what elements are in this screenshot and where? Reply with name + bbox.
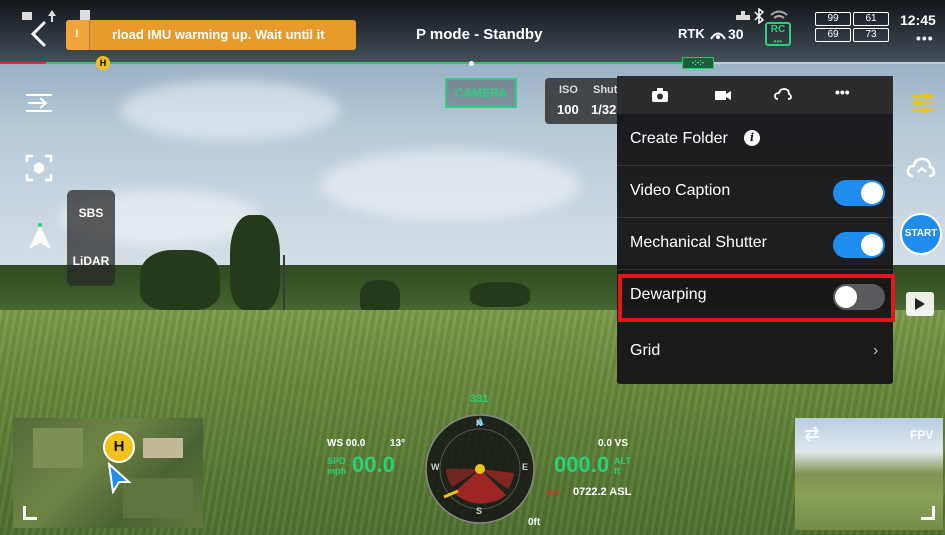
setting-row-video-caption: Video Caption: [617, 166, 893, 218]
mode-option-sbs[interactable]: SBS: [67, 206, 115, 220]
setting-row-grid[interactable]: Grid ›: [617, 326, 893, 378]
rc-label: RC: [770, 24, 786, 35]
rc-signal-badge: RC •••: [765, 22, 791, 46]
mode-option-lidar[interactable]: LiDAR: [67, 254, 115, 268]
altitude-label: ALT: [614, 456, 631, 466]
cloud: [320, 150, 580, 220]
drone-signal-icon: [736, 11, 750, 20]
setting-label: Video Caption: [630, 182, 731, 199]
satellite-count: 30: [728, 26, 744, 42]
warning-text: rload IMU warming up. Wait until it: [112, 27, 325, 42]
toggle-knob: [861, 182, 883, 204]
expand-map-icon[interactable]: [23, 506, 37, 520]
flight-progress-green-segment: [46, 62, 686, 64]
swap-view-icon[interactable]: [803, 426, 821, 442]
warning-chip: !: [66, 20, 90, 50]
video-caption-toggle[interactable]: [833, 180, 885, 206]
vertical-speed-label: 0.0 VS: [598, 438, 629, 449]
battery-1-bottom: 69: [815, 28, 851, 42]
playback-button[interactable]: [906, 292, 934, 316]
exposure-panel[interactable]: ISO 100 Shut 1/32: [545, 78, 625, 124]
mechanical-shutter-toggle[interactable]: [833, 232, 885, 258]
photo-icon[interactable]: [650, 85, 670, 105]
fpv-view[interactable]: FPV: [795, 418, 943, 530]
battery-2-bottom: 73: [853, 28, 889, 42]
bottom-distance: 0ft: [528, 517, 541, 528]
altitude-unit: ft: [614, 466, 620, 476]
camera-settings-icon[interactable]: [908, 88, 938, 118]
tree: [470, 282, 530, 307]
battery-2-top: 61: [853, 12, 889, 26]
progress-end-marker: -:-:-: [682, 57, 714, 69]
cloud-icon[interactable]: [773, 85, 793, 105]
back-arrow-icon[interactable]: [28, 20, 50, 48]
compass-east: E: [522, 462, 529, 472]
drone-position-icon: [107, 462, 132, 494]
map-field: [33, 428, 83, 468]
start-button[interactable]: START: [900, 213, 942, 255]
tree: [230, 215, 280, 310]
map-field: [143, 438, 183, 458]
setting-row-create-folder[interactable]: Create Folder i: [617, 114, 893, 166]
iso-value: 100: [557, 102, 579, 117]
camera-settings-menu: ••• Create Folder i Video Caption Mechan…: [617, 76, 893, 384]
clock: 12:45: [900, 12, 936, 28]
camera-mode-tag[interactable]: CAMERA: [445, 78, 517, 108]
play-icon: [915, 298, 925, 310]
compass-west: W: [431, 462, 440, 472]
rtk-label: RTK: [678, 26, 705, 41]
progress-position-dot: [469, 61, 474, 66]
top-more-menu-button[interactable]: •••: [916, 30, 934, 46]
setting-label: Grid: [630, 342, 661, 359]
top-status-bar: ! rload IMU warming up. Wait until it P …: [0, 0, 945, 62]
lidar-mode-switch[interactable]: SBS LiDAR: [67, 190, 115, 286]
minimap[interactable]: H: [13, 418, 203, 528]
utility-pole: [283, 255, 285, 315]
satellite-icon: [710, 32, 726, 40]
shutter-label: Shut: [593, 84, 618, 96]
setting-label: Mechanical Shutter: [630, 234, 767, 251]
chevron-right-icon: ›: [873, 342, 879, 359]
expand-fpv-icon[interactable]: [921, 506, 935, 520]
toggle-knob: [861, 234, 883, 256]
focus-target-icon[interactable]: [24, 153, 54, 183]
map-field: [123, 478, 193, 518]
wind-speed-label: WS 00.0: [327, 438, 366, 449]
flight-mode-label: P mode - Standby: [416, 26, 543, 43]
cloud-sync-icon[interactable]: [906, 154, 936, 184]
fpv-label: FPV: [910, 428, 934, 442]
shutter-value: 1/32: [591, 102, 617, 117]
speed-unit: mph: [327, 466, 346, 476]
heading-value: 331: [470, 393, 489, 405]
navigation-arrow-icon[interactable]: [25, 222, 55, 252]
cloud: [120, 80, 340, 140]
tree: [140, 250, 220, 310]
setting-row-mechanical-shutter: Mechanical Shutter: [617, 218, 893, 270]
marker-left-value: 0.0: [547, 488, 560, 498]
bluetooth-icon: [754, 8, 765, 24]
speed-label: SPD: [327, 456, 346, 466]
collapse-panel-icon[interactable]: [24, 88, 54, 118]
setting-label: Create Folder: [630, 130, 728, 147]
altitude-value: 000.0: [554, 452, 610, 477]
warning-chip-label: !: [75, 28, 79, 40]
iso-label: ISO: [559, 84, 578, 96]
dewarping-highlight-box: [618, 274, 895, 322]
flight-progress-red-segment: [0, 62, 46, 64]
speed-value: 00.0: [352, 452, 395, 477]
compass-north: N: [476, 418, 483, 428]
imu-warning-banner[interactable]: ! rload IMU warming up. Wait until it: [66, 20, 356, 50]
settings-tab-bar: •••: [617, 76, 893, 114]
home-point-pin: H: [103, 431, 135, 463]
progress-home-marker: H: [96, 56, 110, 70]
asl-value: 0722.2 ASL: [573, 486, 632, 498]
battery-1-top: 99: [815, 12, 851, 26]
video-icon[interactable]: [713, 85, 733, 105]
wind-angle: 13°: [390, 438, 406, 449]
more-icon[interactable]: •••: [835, 84, 855, 104]
compass-south: S: [476, 506, 483, 516]
info-icon[interactable]: i: [744, 130, 760, 146]
